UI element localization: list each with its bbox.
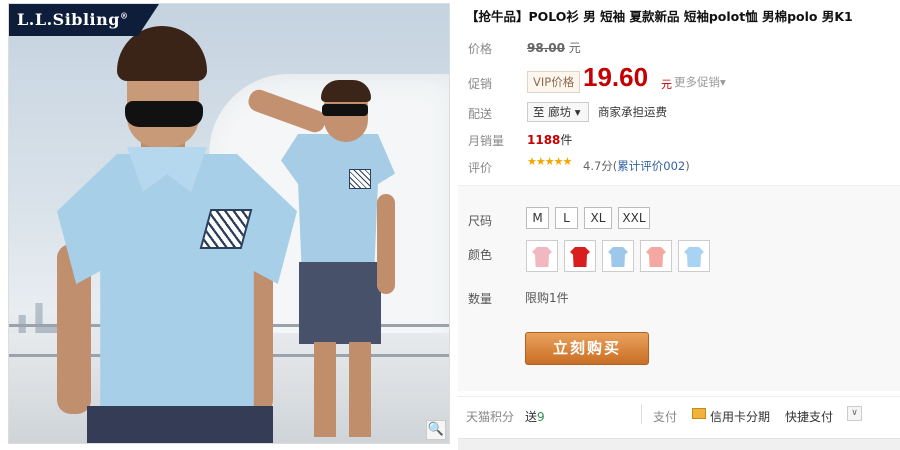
original-price: 98.00 元 — [527, 41, 581, 55]
product-main-image[interactable]: L.L.Sibling® 🔍 — [8, 3, 450, 444]
buy-now-button[interactable]: 立刻购买 — [525, 332, 649, 365]
color-label: 颜色 — [468, 248, 493, 262]
promo-label: 促销 — [468, 77, 493, 91]
tmall-points-value: 送9 — [525, 410, 545, 424]
purchase-limit: 限购1件 — [525, 291, 569, 305]
lower-tab-strip — [458, 438, 900, 450]
shirt-red-icon — [570, 247, 590, 267]
model-2-sunglasses — [322, 104, 368, 116]
divider — [641, 404, 642, 424]
promo-currency: 元 — [661, 78, 672, 91]
rating-summary: 4.7分(累计评价002) — [583, 159, 690, 173]
size-option[interactable]: L — [555, 207, 578, 229]
model-1-pants — [87, 406, 273, 443]
promo-price: 19.60 — [583, 62, 649, 92]
color-swatch[interactable] — [678, 240, 710, 272]
model-2-shorts — [299, 262, 381, 344]
model-1-sunglasses — [125, 101, 203, 127]
color-swatch[interactable] — [602, 240, 634, 272]
rating-stars-icon: ★★★★★ — [527, 155, 572, 168]
zoom-icon[interactable]: 🔍 — [426, 420, 446, 440]
vip-price-badge: VIP价格 — [527, 71, 581, 93]
size-option[interactable]: M — [526, 207, 549, 229]
more-promotions-link[interactable]: 更多促销▾ — [674, 74, 726, 90]
product-title: 【抢牛品】POLO衫 男 短袖 夏款新品 短袖polot恤 男棉polo 男K1 — [466, 9, 853, 24]
brand-logo: L.L.Sibling® — [9, 4, 159, 36]
model-2-leg — [314, 342, 336, 437]
monthly-sales-value: 1188件 — [527, 133, 573, 147]
delivery-label: 配送 — [468, 107, 493, 121]
destination-select[interactable]: 至 廊坊 ▾ — [527, 102, 589, 122]
shirt-sky-blue-icon — [684, 247, 704, 267]
monthly-sales-label: 月销量 — [468, 134, 505, 148]
size-option[interactable]: XL — [584, 207, 612, 229]
model-2-hair — [321, 80, 371, 102]
payment-label: 支付 — [653, 410, 678, 424]
model-2-leg — [349, 342, 371, 437]
reviews-link[interactable]: 累计评价002 — [617, 159, 685, 173]
model-2-arm — [377, 194, 395, 294]
chevron-down-icon[interactable]: ∨ — [847, 406, 862, 421]
credit-installment-option[interactable]: 信用卡分期 — [710, 408, 770, 425]
color-swatch[interactable] — [526, 240, 558, 272]
shirt-pink-icon — [532, 247, 552, 267]
rating-label: 评价 — [468, 161, 493, 175]
tmall-points-label: 天猫积分 — [466, 410, 515, 424]
shirt-light-blue-icon — [608, 247, 628, 267]
shirt-salmon-icon — [646, 247, 666, 267]
size-label: 尺码 — [468, 214, 493, 228]
price-label: 价格 — [468, 42, 493, 56]
shipping-info: 商家承担运费 — [598, 105, 667, 119]
size-option[interactable]: XXL — [618, 207, 650, 229]
quick-pay-option[interactable]: 快捷支付 — [785, 408, 833, 425]
quantity-label: 数量 — [468, 292, 493, 306]
credit-card-icon — [692, 408, 706, 419]
color-swatch[interactable] — [564, 240, 596, 272]
model-2-emblem — [349, 169, 371, 189]
color-swatch[interactable] — [640, 240, 672, 272]
